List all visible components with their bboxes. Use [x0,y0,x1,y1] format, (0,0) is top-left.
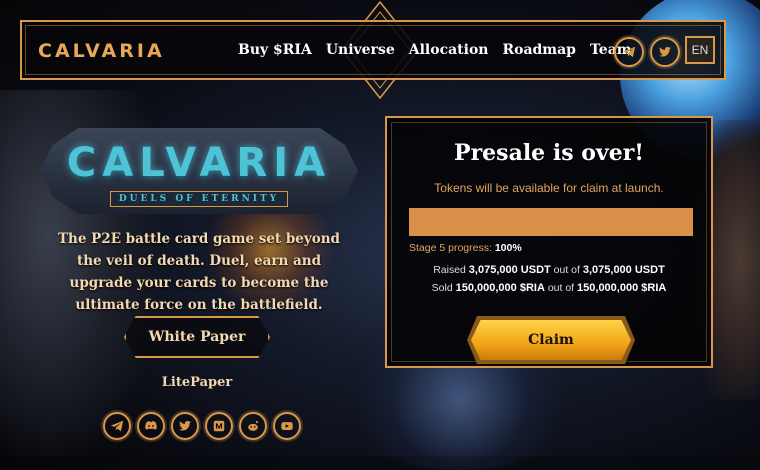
twitter-icon[interactable] [171,412,199,440]
raised-out-of: out of [553,264,580,276]
telegram-icon[interactable] [614,37,644,67]
youtube-icon[interactable] [273,412,301,440]
medium-icon[interactable] [205,412,233,440]
white-paper-button[interactable]: White Paper [124,316,270,358]
brand-logo[interactable]: CALVARIA [38,40,165,62]
sold-out-of: out of [547,282,575,294]
nav-allocation[interactable]: Allocation [409,42,489,58]
presale-progress-bar [409,208,693,236]
game-logo-subtitle: DUELS OF ETERNITY [110,191,288,207]
hero-tagline: The P2E battle card game set beyond the … [58,231,340,313]
nav-universe[interactable]: Universe [326,42,395,58]
game-logo-title: CALVARIA [66,140,332,186]
nav-buy-ria[interactable]: Buy $RIA [238,42,312,58]
telegram-icon[interactable] [103,412,131,440]
reddit-icon[interactable] [239,412,267,440]
litepaper-link[interactable]: LitePaper [150,375,244,390]
progress-value: 100% [494,242,522,254]
raised-amount: 3,075,000 USDT [468,264,551,276]
language-selector[interactable]: EN [685,36,715,64]
presale-note: Tokens will be available for claim at la… [434,181,664,195]
presale-progress-text: Stage 5 progress: 100% [409,242,522,254]
sold-prefix: Sold [431,282,453,294]
twitter-icon[interactable] [650,37,680,67]
discord-icon[interactable] [137,412,165,440]
nav-roadmap[interactable]: Roadmap [502,42,576,58]
sold-total: 150,000,000 $RIA [577,282,667,294]
presale-panel: Presale is over! Tokens will be availabl… [385,116,713,368]
hero-social-links [103,412,301,440]
presale-title: Presale is over! [454,140,644,166]
sold-amount-line: Sold 150,000,000 $RIA out of 150,000,000… [387,282,711,294]
progress-label: Stage 5 progress: [409,242,492,254]
claim-button[interactable]: Claim [471,320,631,360]
top-navigation-bar: CALVARIA Buy $RIA Universe Allocation Ro… [20,20,726,80]
header-social-links [614,37,680,67]
presale-progress-fill [409,208,693,236]
main-menu: Buy $RIA Universe Allocation Roadmap Tea… [238,42,632,58]
sold-amount: 150,000,000 $RIA [455,282,545,294]
raised-prefix: Raised [433,264,466,276]
raised-total: 3,075,000 USDT [582,264,665,276]
game-logo: CALVARIA DUELS OF ETERNITY [40,128,358,214]
raised-amount-line: Raised 3,075,000 USDT out of 3,075,000 U… [387,264,711,276]
